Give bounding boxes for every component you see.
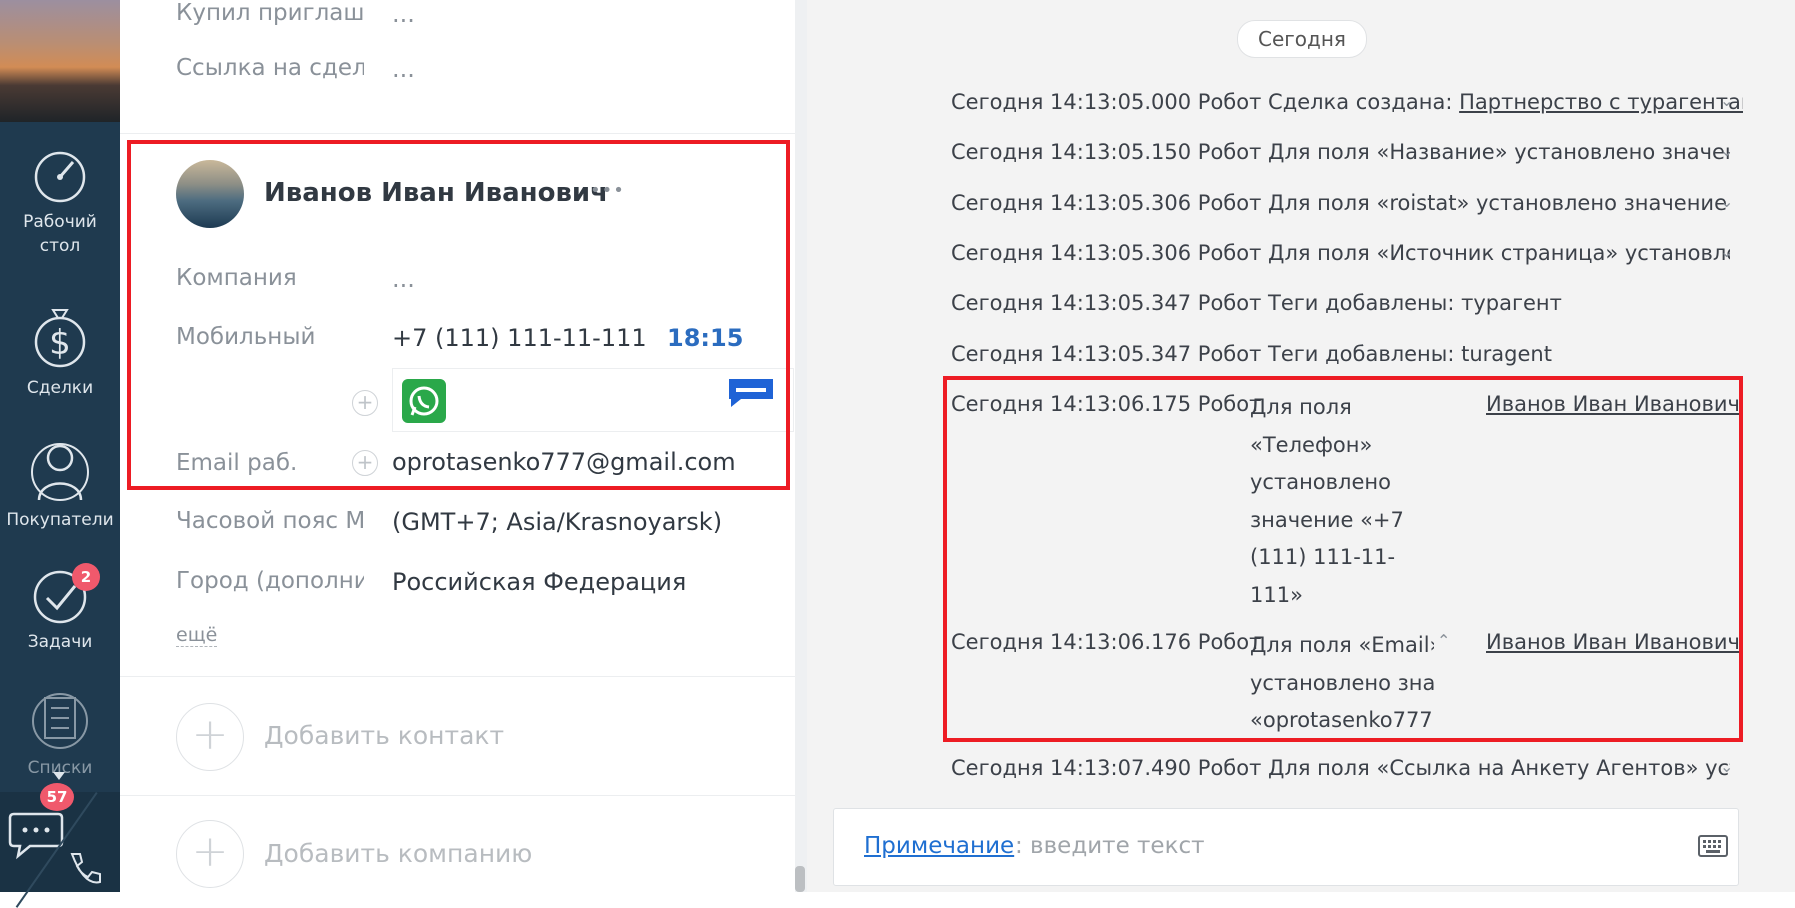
nav-label: Покупатели bbox=[6, 510, 114, 530]
feed-event[interactable]: Сегодня 14:13:07.490 Робот Для поля «Ссы… bbox=[951, 753, 1730, 783]
customers-icon bbox=[31, 443, 89, 501]
feed-event[interactable]: Сегодня 14:13:05.150 Робот Для поля «Наз… bbox=[951, 137, 1730, 167]
keyboard-icon[interactable] bbox=[1698, 835, 1728, 857]
event-time: Сегодня 14:13:05.150 bbox=[951, 140, 1192, 164]
note-placeholder: : введите текст bbox=[1015, 833, 1205, 859]
speedometer-icon bbox=[34, 151, 86, 203]
panel-divider[interactable] bbox=[795, 0, 807, 892]
timezone-value[interactable]: (GMT+7; Asia/Krasnoyarsk) bbox=[392, 508, 722, 536]
add-contact-button[interactable]: Добавить контакт bbox=[264, 721, 504, 750]
field-value[interactable]: ... bbox=[392, 55, 415, 83]
tasks-count-badge: 2 bbox=[72, 563, 100, 591]
note-input[interactable]: Примечание : введите текст bbox=[833, 808, 1739, 886]
event-text: Теги добавлены: турагент bbox=[1268, 291, 1562, 315]
nav-item-customers[interactable]: Покупатели bbox=[0, 438, 120, 532]
deal-link[interactable]: Партнерство с турагентами bbox=[1459, 90, 1743, 114]
event-text: Для поля «roistat» установлено значение … bbox=[1268, 191, 1731, 215]
chevron-down-icon[interactable]: ⌄ bbox=[1720, 757, 1733, 776]
feed-event[interactable]: Сегодня 14:13:05.306 Робот Для поля «roi… bbox=[951, 188, 1730, 218]
add-company-button[interactable]: Добавить компанию bbox=[264, 839, 532, 868]
list-icon bbox=[32, 693, 88, 749]
nav-label: Задачи bbox=[27, 632, 93, 652]
nav-label: стол bbox=[39, 236, 81, 256]
nav-label: Сделки bbox=[26, 378, 94, 398]
event-author: Робот bbox=[1197, 756, 1262, 780]
event-text: Сделка создана: bbox=[1268, 90, 1453, 114]
feed-event[interactable]: Сегодня 14:13:05.000 Робот Сделка создан… bbox=[951, 87, 1743, 117]
add-company-icon[interactable]: + bbox=[176, 820, 244, 888]
event-author: Робот bbox=[1197, 241, 1262, 265]
nav-item-lists[interactable]: Списки bbox=[0, 690, 120, 780]
add-contact-icon[interactable]: + bbox=[176, 703, 244, 771]
event-time: Сегодня 14:13:05.000 bbox=[951, 90, 1192, 114]
show-more-link[interactable]: ещё bbox=[176, 624, 218, 647]
timezone-label: Часовой пояс М bbox=[176, 508, 364, 534]
chevron-down-icon[interactable]: ⌄ bbox=[1720, 242, 1733, 261]
chevron-down-icon[interactable]: ⌄ bbox=[1720, 192, 1733, 211]
feed-event: Сегодня 14:13:05.347 Робот Теги добавлен… bbox=[951, 288, 1562, 318]
city-value[interactable]: Российская Федерация bbox=[392, 568, 686, 596]
highlight-box-contact bbox=[127, 140, 790, 490]
scrollbar-thumb[interactable] bbox=[795, 866, 805, 892]
field-value[interactable]: ... bbox=[392, 0, 415, 28]
highlight-box-events bbox=[943, 376, 1743, 742]
event-time: Сегодня 14:13:07.490 bbox=[951, 756, 1192, 780]
divider bbox=[120, 133, 795, 134]
event-text: Для поля «Ссылка на Анкету Агентов» уста… bbox=[1268, 756, 1731, 780]
event-time: Сегодня 14:13:05.306 bbox=[951, 241, 1192, 265]
feed-event[interactable]: Сегодня 14:13:05.306 Робот Для поля «Ист… bbox=[951, 238, 1730, 268]
chevron-down-icon[interactable]: ⌄ bbox=[1720, 91, 1733, 110]
event-author: Робот bbox=[1197, 140, 1262, 164]
dollar-bag-icon: $ bbox=[34, 309, 86, 368]
nav-item-deals[interactable]: $ Сделки bbox=[0, 302, 120, 400]
left-nav: Рабочий стол $ Сделки Покупатели Задачи … bbox=[0, 0, 120, 908]
nav-item-dashboard[interactable]: Рабочий стол bbox=[0, 148, 120, 258]
event-time: Сегодня 14:13:05.306 bbox=[951, 191, 1192, 215]
user-avatar-photo[interactable] bbox=[0, 0, 120, 122]
event-text: Для поля «Источник страница» установлен bbox=[1268, 241, 1731, 265]
nav-label: Рабочий bbox=[23, 212, 97, 232]
city-label: Город (дополни bbox=[176, 568, 364, 594]
event-author: Робот bbox=[1197, 90, 1262, 114]
event-author: Робот bbox=[1197, 191, 1262, 215]
collapse-arrow-icon[interactable] bbox=[53, 772, 65, 780]
event-text: Для поля «Название» установлено значени bbox=[1268, 140, 1731, 164]
event-author: Робот bbox=[1197, 342, 1262, 366]
event-time: Сегодня 14:13:05.347 bbox=[951, 342, 1192, 366]
event-time: Сегодня 14:13:05.347 bbox=[951, 291, 1192, 315]
contact-panel: Купил приглаш ... Ссылка на сдел ... Ива… bbox=[120, 0, 795, 892]
date-pill: Сегодня bbox=[1237, 20, 1367, 58]
activity-feed: Сегодня Сегодня 14:13:05.000 Робот Сделк… bbox=[807, 0, 1795, 892]
divider bbox=[120, 676, 795, 677]
phone-icon[interactable] bbox=[64, 850, 104, 890]
feed-event: Сегодня 14:13:05.347 Робот Теги добавлен… bbox=[951, 339, 1552, 369]
svg-text:$: $ bbox=[49, 323, 71, 363]
field-label: Ссылка на сдел bbox=[176, 55, 364, 81]
nav-item-tasks[interactable]: Задачи bbox=[0, 568, 120, 654]
chevron-down-icon[interactable]: ⌄ bbox=[1720, 141, 1733, 160]
event-text: Теги добавлены: turagent bbox=[1268, 342, 1552, 366]
divider bbox=[120, 795, 795, 796]
note-type-link[interactable]: Примечание bbox=[864, 833, 1014, 859]
chat-count-badge: 57 bbox=[40, 783, 74, 811]
event-author: Робот bbox=[1197, 291, 1262, 315]
field-label: Купил приглаш bbox=[176, 0, 364, 26]
